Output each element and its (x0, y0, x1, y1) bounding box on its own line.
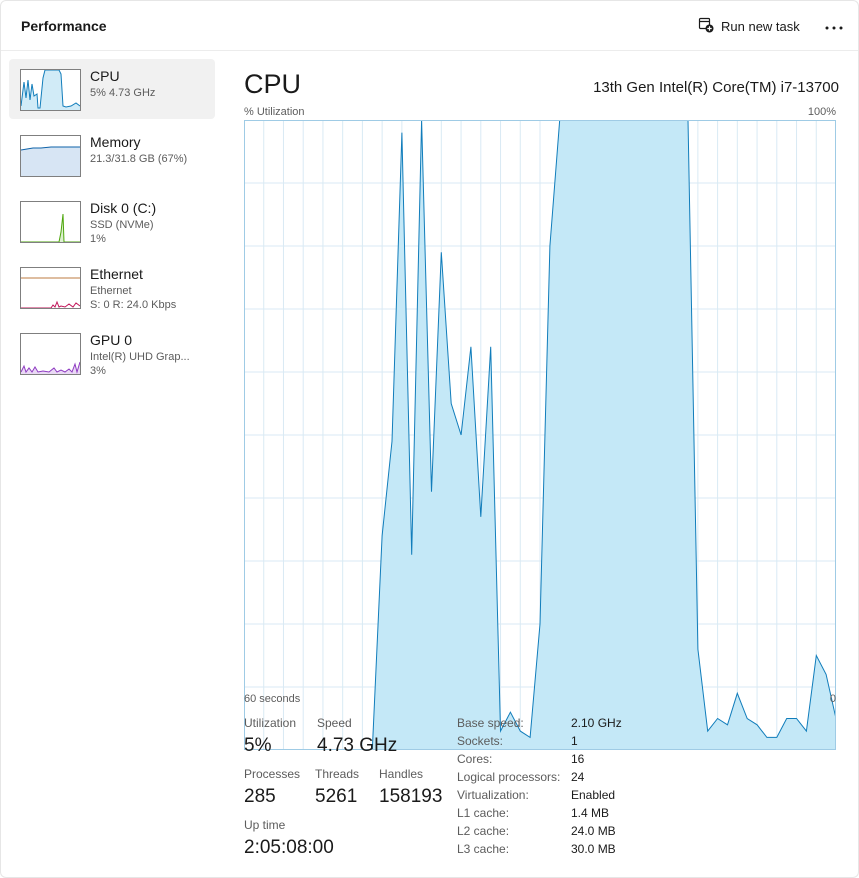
spec-label: L1 cache: (457, 806, 510, 820)
spec-label: Sockets: (457, 734, 504, 748)
processes-label: Processes (244, 767, 301, 781)
cpu-model-name: 13th Gen Intel(R) Core(TM) i7-13700 (593, 79, 839, 96)
y-axis-max-label: 100% (807, 106, 836, 118)
spec-value: Enabled (571, 788, 616, 802)
sidebar-item-label: CPU (90, 68, 120, 84)
spec-value: 1.4 MB (571, 806, 610, 820)
handles-value: 158193 (379, 786, 443, 807)
sidebar-item-detail: SSD (NVMe) (90, 219, 154, 231)
sidebar-item-detail-2: 1% (90, 233, 106, 245)
threads-label: Threads (315, 767, 360, 781)
more-horizontal-icon (825, 17, 843, 35)
memory-thumbnail-graph (20, 135, 81, 177)
cpu-thumbnail-graph (20, 69, 81, 111)
processes-value: 285 (244, 786, 276, 807)
sidebar-item-cpu[interactable]: CPU 5% 4.73 GHz (9, 59, 215, 119)
spec-value: 2.10 GHz (571, 716, 622, 730)
spec-value: 1 (571, 734, 578, 748)
sidebar-item-ethernet[interactable]: Ethernet Ethernet S: 0 R: 24.0 Kbps (9, 257, 215, 317)
more-options-button[interactable] (822, 15, 846, 37)
sidebar-item-detail-2: 3% (90, 365, 106, 377)
y-axis-label: % Utilization (244, 106, 305, 118)
sidebar-item-label: Ethernet (90, 266, 143, 282)
spec-label: Virtualization: (457, 788, 529, 802)
threads-value: 5261 (315, 786, 358, 807)
spec-label: Logical processors: (457, 770, 561, 784)
spec-label: L3 cache: (457, 842, 510, 856)
spec-label: Cores: (457, 752, 493, 766)
utilization-value: 5% (244, 735, 272, 756)
sidebar-item-label: Disk 0 (C:) (90, 200, 157, 216)
ethernet-thumbnail-graph (20, 267, 81, 309)
speed-value: 4.73 GHz (317, 735, 398, 756)
spec-label: L2 cache: (457, 824, 510, 838)
sidebar-item-label: GPU 0 (90, 332, 133, 348)
cpu-utilization-graph (244, 120, 836, 750)
utilization-label: Utilization (244, 716, 297, 730)
sidebar-item-detail: Ethernet (90, 285, 132, 297)
resource-sidebar: CPU 5% 4.73 GHz Memory 21.3/31.8 GB (67%… (9, 59, 215, 389)
uptime-label: Up time (244, 818, 286, 832)
x-axis-start-label: 60 seconds (244, 693, 301, 705)
run-new-task-button[interactable]: Run new task (698, 16, 800, 36)
spec-value: 24 (571, 770, 585, 784)
sidebar-item-detail: 5% 4.73 GHz (90, 87, 156, 99)
disk-thumbnail-graph (20, 201, 81, 243)
speed-label: Speed (317, 716, 352, 730)
sidebar-item-detail: Intel(R) UHD Grap... (90, 351, 190, 363)
page-title: Performance (21, 18, 107, 34)
sidebar-item-disk[interactable]: Disk 0 (C:) SSD (NVMe) 1% (9, 191, 215, 251)
spec-value: 30.0 MB (571, 842, 616, 856)
resource-title: CPU (244, 69, 302, 99)
spec-label: Base speed: (457, 716, 524, 730)
task-manager-window: Performance Run new task CPU 5% 4.73 GHz… (0, 0, 859, 878)
handles-label: Handles (379, 767, 424, 781)
gpu-thumbnail-graph (20, 333, 81, 375)
spec-value: 16 (571, 752, 585, 766)
sidebar-item-detail: 21.3/31.8 GB (67%) (90, 153, 188, 165)
header-bar: Performance Run new task (1, 1, 858, 51)
uptime-value: 2:05:08:00 (244, 837, 334, 858)
spec-value: 24.0 MB (571, 824, 616, 838)
run-new-task-label: Run new task (721, 18, 800, 34)
sidebar-item-label: Memory (90, 134, 141, 150)
sidebar-item-gpu[interactable]: GPU 0 Intel(R) UHD Grap... 3% (9, 323, 215, 383)
sidebar-item-detail-2: S: 0 R: 24.0 Kbps (90, 299, 177, 311)
x-axis-end-label: 0 (829, 693, 836, 705)
sidebar-item-memory[interactable]: Memory 21.3/31.8 GB (67%) (9, 125, 215, 185)
run-task-icon (698, 17, 714, 36)
